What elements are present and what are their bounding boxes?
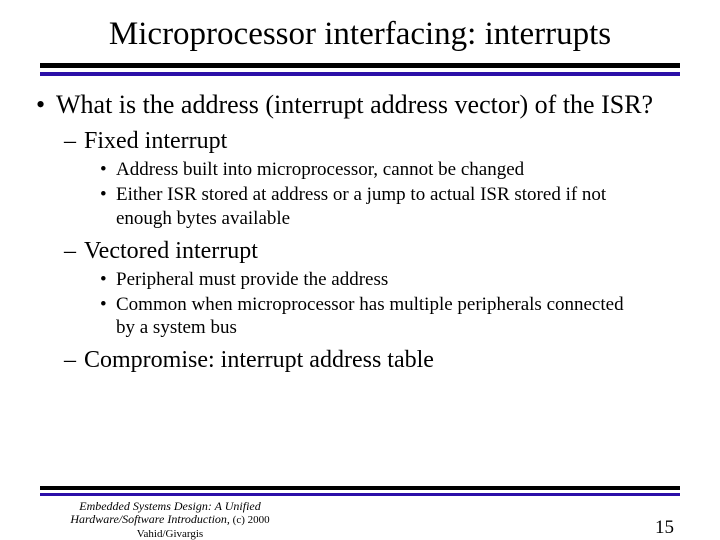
bullet-sub-compromise: Compromise: interrupt address table	[64, 345, 684, 375]
slide-title: Microprocessor interfacing: interrupts	[0, 0, 720, 63]
bullet-sub-fixed: Fixed interrupt	[64, 126, 684, 156]
slide: Microprocessor interfacing: interrupts W…	[0, 0, 720, 540]
footer-book-line1: Embedded Systems Design: A Unified	[79, 499, 261, 513]
bullet-detail: Common when microprocessor has multiple …	[100, 293, 684, 339]
bullet-main: What is the address (interrupt address v…	[36, 90, 684, 121]
page-number: 15	[655, 517, 680, 540]
slide-content: What is the address (interrupt address v…	[0, 90, 720, 376]
footer-book-citation: Embedded Systems Design: A Unified Hardw…	[40, 500, 300, 540]
bullet-sub-vectored: Vectored interrupt	[64, 236, 684, 266]
bullet-detail: Peripheral must provide the address	[100, 268, 684, 291]
title-divider	[40, 63, 680, 76]
slide-footer: Embedded Systems Design: A Unified Hardw…	[0, 486, 720, 524]
bullet-detail: Either ISR stored at address or a jump t…	[100, 183, 684, 229]
footer-book-line2a: Hardware/Software Introduction,	[70, 512, 230, 526]
footer-divider	[40, 486, 680, 496]
bullet-detail: Address built into microprocessor, canno…	[100, 158, 684, 181]
